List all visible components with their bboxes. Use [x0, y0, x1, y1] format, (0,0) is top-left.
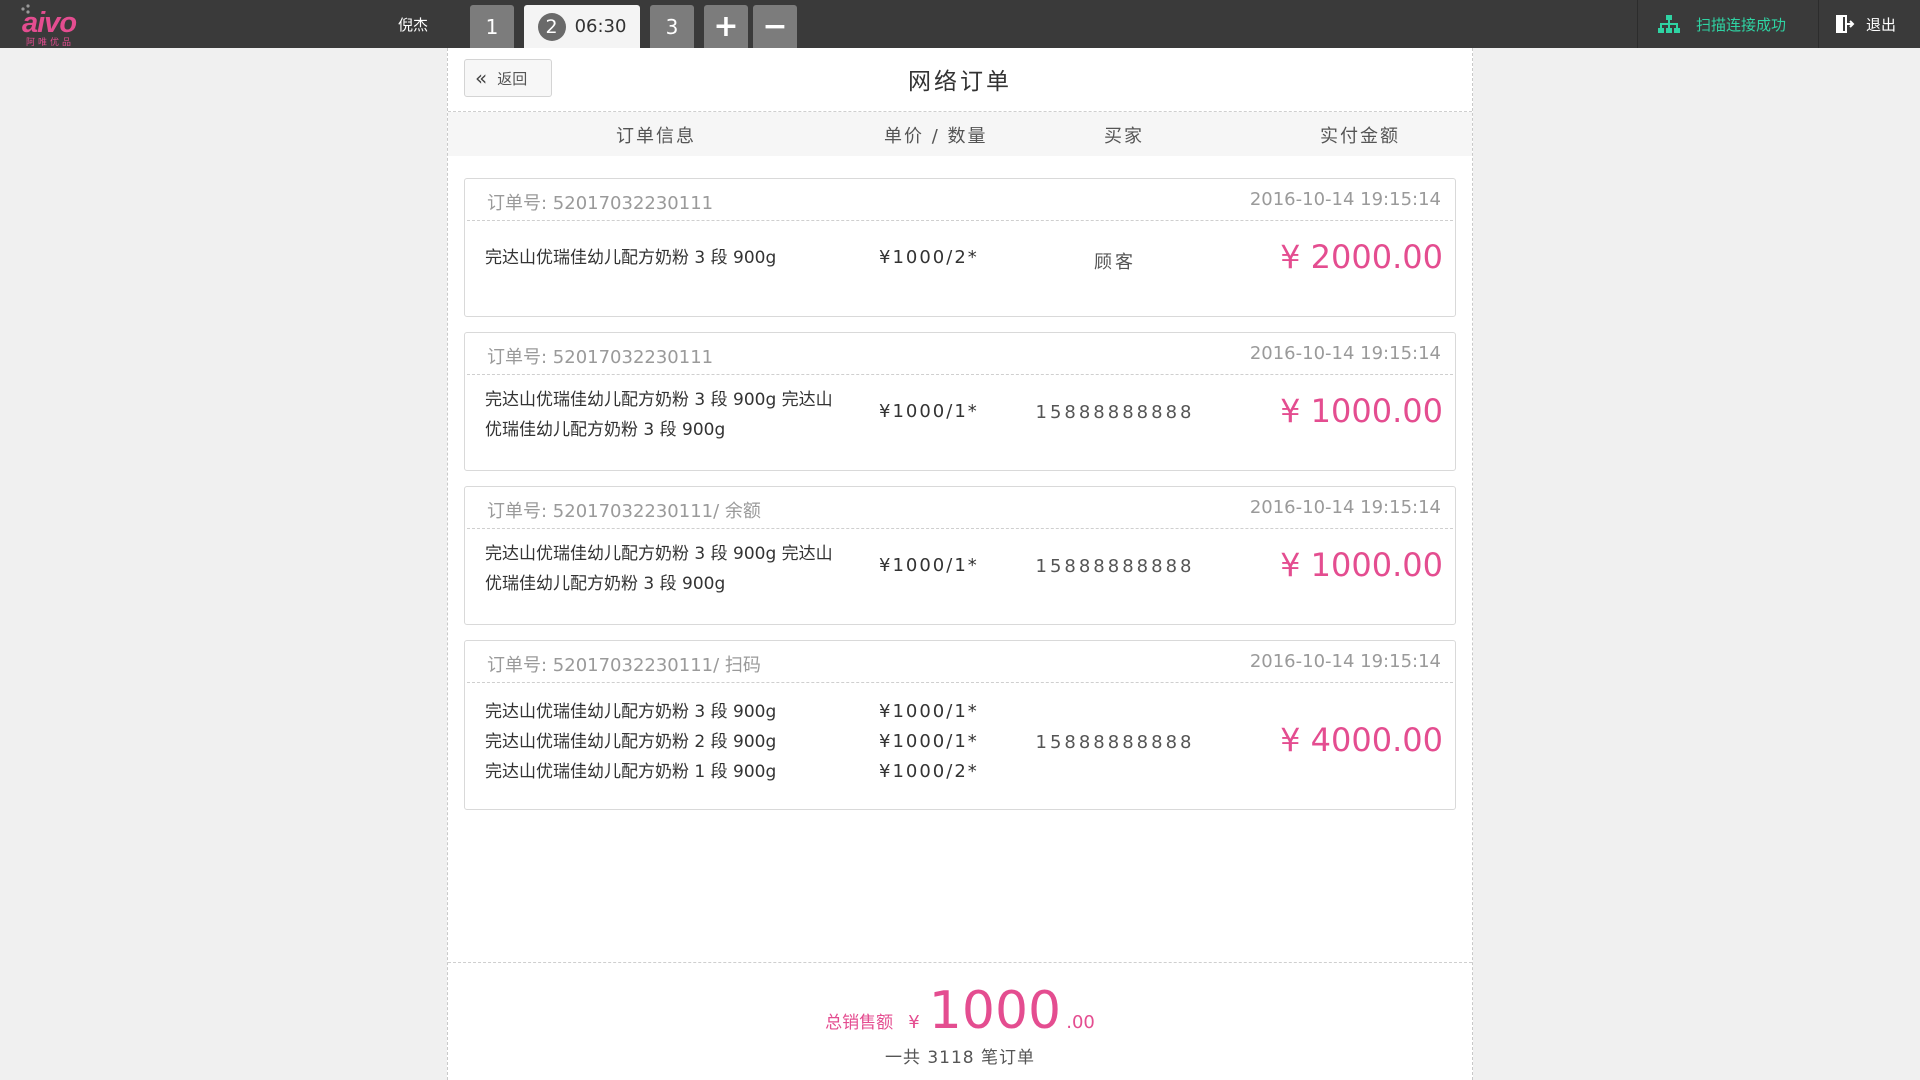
tab-3[interactable]: 3	[650, 5, 694, 48]
order-count: 一共 3118 笔订单	[884, 1048, 1036, 1068]
product-name: 完达山优瑞佳幼儿配方奶粉 2 段 900g	[485, 732, 777, 752]
username: 倪杰	[398, 16, 429, 34]
sales-summary: 总销售额 ¥ 1000 .00 一共 3118 笔订单	[448, 962, 1472, 1080]
buyer: 15888888888	[1035, 732, 1195, 753]
product-name: 完达山优瑞佳幼儿配方奶粉 3 段 900g 完达山优瑞佳幼儿配方奶粉 3 段 9…	[485, 390, 833, 440]
column-header: 订单信息 单价 / 数量 买家 实付金额	[448, 112, 1472, 156]
unit-price-qty: ¥1000/2*	[879, 761, 979, 782]
paid-amount: ¥ 2000.00	[1280, 238, 1443, 276]
order-card[interactable]: 订单号: 52017032230111/ 扫码 2016-10-14 19:15…	[464, 640, 1456, 810]
logo-subtext: 阿唯优品	[26, 38, 75, 48]
logout-icon	[1836, 15, 1855, 33]
order-card[interactable]: 订单号: 52017032230111 2016-10-14 19:15:14 …	[464, 178, 1456, 317]
order-header: 订单号: 52017032230111 2016-10-14 19:15:14	[467, 333, 1453, 375]
logout-button[interactable]: 退出	[1820, 0, 1920, 48]
order-number: 订单号: 52017032230111/ 扫码	[487, 655, 761, 676]
top-bar: aivo 阿唯优品 倪杰 1 2 06:30 3 + − 扫描连接成功 退出	[0, 0, 1920, 48]
col-order-info: 订单信息	[616, 126, 696, 147]
panel-header: « 返回 网络订单	[448, 48, 1472, 112]
add-tab-button[interactable]: +	[704, 5, 748, 48]
order-header: 订单号: 52017032230111/ 扫码 2016-10-14 19:15…	[467, 641, 1453, 683]
unit-price-qty: ¥1000/2*	[879, 247, 979, 268]
order-time: 2016-10-14 19:15:14	[1249, 343, 1441, 364]
tab-2-timer: 06:30	[574, 16, 627, 37]
order-card[interactable]: 订单号: 52017032230111 2016-10-14 19:15:14 …	[464, 332, 1456, 471]
total-sales: 总销售额 ¥ 1000 .00	[448, 981, 1472, 1041]
unit-price-qty: ¥1000/1*	[879, 401, 979, 422]
total-sales-integer: 1000	[928, 981, 1062, 1041]
order-number: 订单号: 52017032230111	[487, 193, 714, 214]
col-buyer: 买家	[1104, 126, 1144, 147]
page-title: 网络订单	[908, 69, 1012, 95]
connection-status-text: 扫描连接成功	[1696, 15, 1787, 34]
connection-status: 扫描连接成功	[1637, 0, 1819, 48]
col-price-qty: 单价 / 数量	[884, 126, 988, 147]
aivo-logo: aivo 阿唯优品	[20, 3, 100, 48]
product-name: 完达山优瑞佳幼儿配方奶粉 3 段 900g	[485, 248, 777, 268]
product-name: 完达山优瑞佳幼儿配方奶粉 1 段 900g	[485, 762, 777, 782]
order-time: 2016-10-14 19:15:14	[1249, 189, 1441, 210]
col-paid-amount: 实付金额	[1320, 126, 1400, 147]
network-icon	[1658, 15, 1680, 33]
unit-price-qty: ¥1000/1*	[879, 731, 979, 752]
order-header: 订单号: 52017032230111/ 余额 2016-10-14 19:15…	[467, 487, 1453, 529]
total-sales-label: 总销售额	[825, 1013, 894, 1033]
tab-1[interactable]: 1	[470, 5, 514, 48]
paid-amount: ¥ 1000.00	[1280, 392, 1443, 430]
unit-price-qty: ¥1000/1*	[879, 555, 979, 576]
paid-amount: ¥ 1000.00	[1280, 546, 1443, 584]
total-sales-decimal: .00	[1066, 1012, 1095, 1033]
product-name: 完达山优瑞佳幼儿配方奶粉 3 段 900g	[485, 702, 777, 722]
unit-price-qty: ¥1000/1*	[879, 701, 979, 722]
order-time: 2016-10-14 19:15:14	[1249, 497, 1441, 518]
remove-tab-button[interactable]: −	[753, 5, 797, 48]
currency-symbol: ¥	[908, 1012, 920, 1033]
product-name: 完达山优瑞佳幼儿配方奶粉 3 段 900g 完达山优瑞佳幼儿配方奶粉 3 段 9…	[485, 544, 833, 594]
tab-2-active[interactable]: 2 06:30	[524, 5, 640, 48]
buyer: 15888888888	[1035, 556, 1195, 577]
order-number: 订单号: 52017032230111	[487, 347, 714, 368]
tab-2-number: 2	[537, 12, 566, 41]
order-panel: « 返回 网络订单 订单信息 单价 / 数量 买家 实付金额 订单号: 5201…	[447, 48, 1473, 1080]
order-header: 订单号: 52017032230111 2016-10-14 19:15:14	[467, 179, 1453, 221]
order-number: 订单号: 52017032230111/ 余额	[487, 501, 761, 522]
buyer: 顾客	[1094, 252, 1136, 273]
paid-amount: ¥ 4000.00	[1280, 721, 1443, 759]
order-card[interactable]: 订单号: 52017032230111/ 余额 2016-10-14 19:15…	[464, 486, 1456, 625]
logout-label: 退出	[1866, 15, 1897, 34]
order-time: 2016-10-14 19:15:14	[1249, 651, 1441, 672]
buyer: 15888888888	[1035, 402, 1195, 423]
